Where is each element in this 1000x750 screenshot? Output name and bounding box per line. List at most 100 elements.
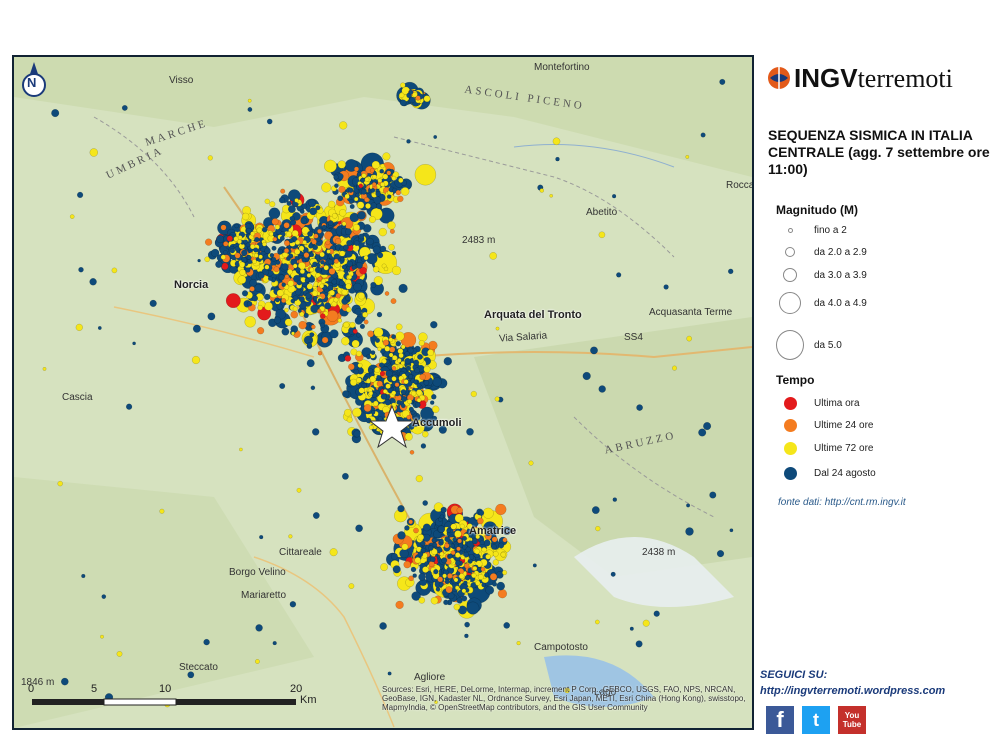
quake-point [489, 573, 498, 581]
quake-point [362, 311, 369, 318]
quake-point [269, 201, 276, 208]
quake-point [698, 428, 707, 437]
quake-point [301, 203, 308, 209]
quake-point [283, 222, 290, 229]
quake-point [365, 203, 371, 209]
quake-point [480, 566, 486, 572]
quake-point [492, 550, 499, 557]
quake-point [385, 383, 391, 389]
quake-point [125, 403, 133, 410]
quake-point [367, 330, 375, 338]
quake-point [251, 295, 259, 302]
seismic-map[interactable]: N Norcia Accumoli Amatrice Arquata del Tron… [12, 55, 754, 730]
quake-point [299, 208, 305, 214]
quake-point [223, 250, 228, 255]
quake-point [341, 264, 347, 270]
quake-point [453, 603, 461, 611]
quake-point [254, 659, 260, 664]
time-legend-header: Tempo [776, 373, 815, 387]
quake-point [361, 173, 367, 179]
quake-point [461, 535, 468, 541]
quake-point [294, 198, 299, 203]
youtube-icon[interactable]: You Tube [838, 706, 866, 734]
quake-point [321, 336, 329, 344]
quake-point [370, 281, 377, 288]
quake-point [234, 223, 239, 229]
quake-point [363, 255, 369, 261]
quake-point [408, 519, 414, 525]
quake-point [315, 205, 321, 211]
quake-point [500, 551, 506, 558]
quake-point [281, 297, 287, 304]
place-label-visso: Visso [169, 75, 194, 86]
quake-point [254, 236, 260, 243]
quake-point [395, 600, 404, 610]
quake-point [445, 586, 453, 594]
quake-point [328, 267, 336, 275]
quake-point [203, 638, 210, 646]
quake-point [277, 248, 284, 255]
quake-point [595, 525, 601, 532]
quake-point [353, 166, 360, 172]
twitter-icon[interactable]: t [802, 706, 830, 734]
quake-point [355, 350, 362, 357]
quake-point [366, 237, 374, 246]
ingv-logo[interactable]: INGVterremoti [766, 63, 953, 94]
quake-point [555, 156, 560, 162]
data-source-link[interactable]: fonte dati: http://cnt.rm.ingv.it [778, 497, 906, 508]
quake-point [316, 308, 322, 314]
quake-point [319, 322, 326, 328]
quake-point [422, 500, 429, 506]
quake-point [420, 540, 426, 547]
facebook-icon[interactable]: f [766, 706, 794, 734]
quake-point [380, 563, 389, 572]
quake-point [326, 249, 331, 254]
quake-point [333, 297, 339, 303]
quake-point [256, 227, 263, 234]
quake-point [447, 592, 455, 600]
quake-point [467, 558, 473, 564]
quake-point [478, 509, 485, 516]
quake-point [264, 301, 273, 311]
quake-point [320, 259, 325, 265]
quake-point [357, 292, 366, 300]
quake-point [288, 534, 293, 539]
quake-point [319, 283, 325, 289]
quake-point [294, 239, 301, 246]
quake-point [69, 214, 75, 219]
quake-point [345, 295, 351, 302]
quake-point [485, 553, 491, 560]
quake-point [271, 218, 279, 226]
quake-point [413, 359, 420, 366]
quake-point [298, 320, 307, 330]
quake-point [391, 376, 397, 382]
quake-point [338, 209, 347, 217]
quake-point [431, 394, 437, 400]
quake-point [396, 400, 402, 405]
quake-point [379, 168, 385, 174]
blog-link[interactable]: http://ingvterremoti.wordpress.com [760, 685, 945, 697]
quake-point [374, 366, 381, 374]
quake-point [642, 619, 650, 627]
quake-point [339, 250, 346, 257]
place-label-campotosto: Campotosto [534, 642, 588, 653]
quake-point [391, 175, 397, 181]
quake-point [89, 278, 97, 286]
quake-point [343, 321, 350, 329]
quake-point [364, 197, 370, 203]
legend-mag-1: fino a 2 [776, 220, 847, 240]
quake-point [245, 242, 251, 248]
quake-point [395, 340, 402, 347]
legend-mag-5: da 5.0 [776, 330, 842, 360]
quake-point [264, 264, 270, 270]
quake-point [356, 332, 361, 338]
quake-point [418, 339, 425, 347]
quake-point [159, 508, 165, 514]
quake-point [403, 560, 411, 569]
quake-point [400, 360, 405, 366]
quake-point [101, 594, 107, 599]
quake-point [357, 210, 366, 220]
quake-point [408, 89, 414, 95]
quake-point [372, 174, 377, 180]
quake-point [311, 290, 318, 297]
